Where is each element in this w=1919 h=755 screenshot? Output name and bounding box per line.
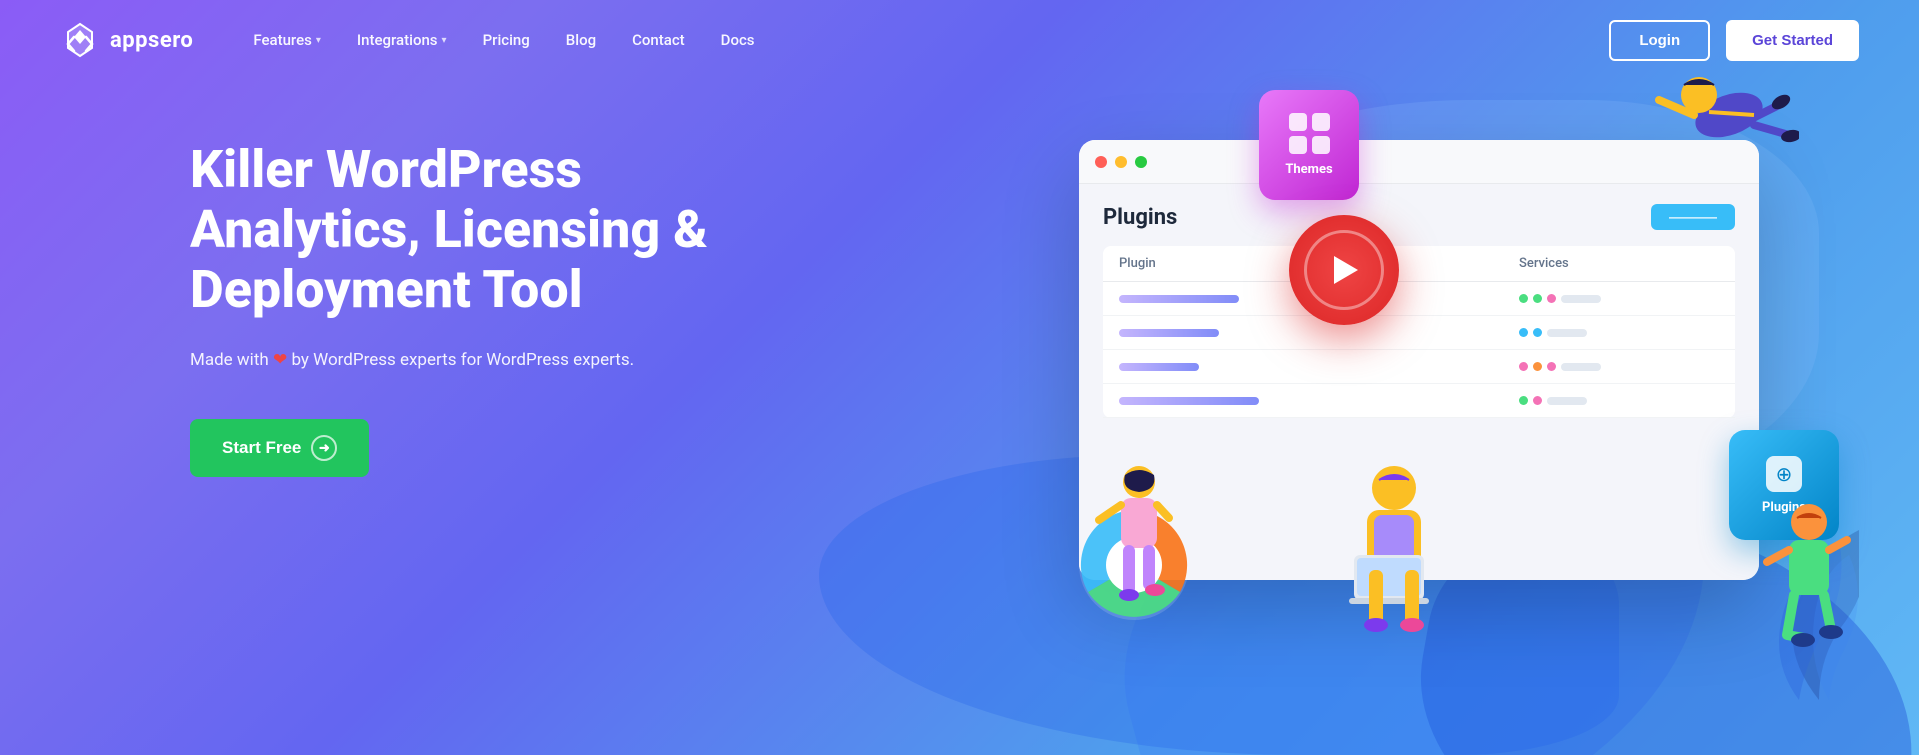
logo-text: appsero bbox=[110, 28, 193, 53]
table-rows bbox=[1103, 282, 1735, 418]
chevron-down-icon: ▾ bbox=[442, 35, 447, 46]
table-header: Plugin Services bbox=[1103, 246, 1735, 282]
hero-content: Killer WordPress Analytics, Licensing & … bbox=[190, 140, 770, 477]
navbar: appsero Features ▾ Integrations ▾ Pricin… bbox=[0, 0, 1919, 80]
play-button[interactable] bbox=[1289, 215, 1399, 325]
arrow-circle-icon: ➜ bbox=[311, 435, 337, 461]
play-triangle-icon bbox=[1334, 256, 1358, 284]
nav-docs[interactable]: Docs bbox=[721, 31, 755, 49]
themes-label: Themes bbox=[1285, 162, 1332, 177]
hero-title: Killer WordPress Analytics, Licensing & … bbox=[190, 140, 770, 319]
hero-section: appsero Features ▾ Integrations ▾ Pricin… bbox=[0, 0, 1919, 755]
chevron-down-icon: ▾ bbox=[316, 35, 321, 46]
table-row bbox=[1103, 282, 1735, 316]
nav-actions: Login Get Started bbox=[1609, 20, 1859, 61]
window-minimize-dot bbox=[1115, 156, 1127, 168]
spinning-character bbox=[1089, 460, 1189, 620]
table-row bbox=[1103, 384, 1735, 418]
heart-icon: ❤ bbox=[273, 350, 291, 370]
nav-integrations[interactable]: Integrations ▾ bbox=[357, 31, 447, 49]
login-button[interactable]: Login bbox=[1609, 20, 1710, 61]
get-started-button[interactable]: Get Started bbox=[1726, 20, 1859, 61]
plugins-action-button[interactable]: ———— bbox=[1651, 204, 1735, 230]
nav-pricing[interactable]: Pricing bbox=[483, 31, 530, 49]
table-row bbox=[1103, 316, 1735, 350]
status-dots bbox=[1519, 396, 1719, 405]
play-inner-ring bbox=[1304, 230, 1384, 310]
window-maximize-dot bbox=[1135, 156, 1147, 168]
plugins-section-title: Plugins bbox=[1103, 205, 1177, 230]
status-dots bbox=[1519, 328, 1719, 337]
hero-subtitle: Made with ❤ by WordPress experts for Wor… bbox=[190, 347, 770, 374]
nav-contact[interactable]: Contact bbox=[632, 31, 685, 49]
start-free-button[interactable]: Start Free ➜ bbox=[190, 419, 369, 477]
themes-card: Themes bbox=[1259, 90, 1359, 200]
nav-features[interactable]: Features ▾ bbox=[253, 31, 321, 49]
table-row bbox=[1103, 350, 1735, 384]
puzzle-icon: ⊕ bbox=[1766, 456, 1802, 492]
window-close-dot bbox=[1095, 156, 1107, 168]
laptop-character bbox=[1329, 460, 1459, 660]
status-dots bbox=[1519, 294, 1719, 303]
bar-chart-row bbox=[1119, 295, 1239, 303]
status-dots bbox=[1519, 362, 1719, 371]
logo[interactable]: appsero bbox=[60, 20, 193, 60]
themes-grid-icon bbox=[1289, 113, 1330, 154]
nav-blog[interactable]: Blog bbox=[566, 31, 596, 49]
col-services: Services bbox=[1519, 256, 1719, 271]
nav-links: Features ▾ Integrations ▾ Pricing Blog C… bbox=[253, 31, 1609, 49]
logo-icon bbox=[60, 20, 100, 60]
plugins-header: Plugins ———— bbox=[1103, 204, 1735, 230]
hero-illustration: Themes bbox=[1039, 60, 1859, 700]
kneeling-character bbox=[1759, 500, 1859, 680]
